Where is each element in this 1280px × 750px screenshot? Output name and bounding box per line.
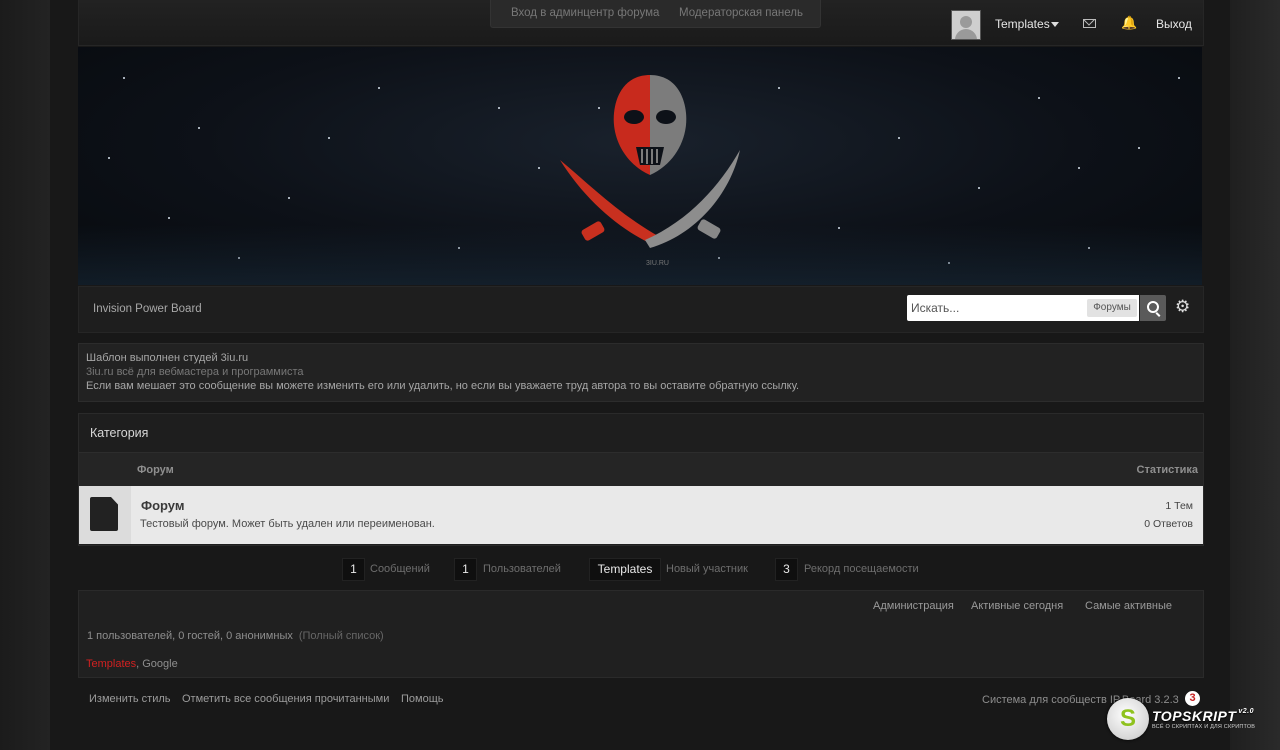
forum-row: Форум Тестовый форум. Может быть удален …: [79, 486, 1203, 544]
topskript-version: v2.0: [1238, 708, 1254, 715]
search-scope-button[interactable]: Форумы: [1087, 299, 1137, 317]
right-side-gutter: [1230, 0, 1280, 750]
stat-posts-label: Сообщений: [370, 563, 430, 575]
left-side-gutter: [0, 0, 50, 750]
topskript-title[interactable]: TOPSKRIPT v2.0: [1152, 708, 1254, 724]
online-user-list: Templates, Google: [86, 658, 178, 670]
column-header-stats: Статистика: [1136, 464, 1199, 476]
topskript-logo-icon[interactable]: S: [1107, 698, 1149, 740]
avatar-head-shape: [960, 16, 972, 28]
avatar[interactable]: [951, 10, 981, 40]
stat-record-value: 3: [775, 558, 798, 581]
forum-icon-cell: [79, 486, 131, 544]
category-title[interactable]: Категория: [90, 426, 148, 440]
stat-members-label: Пользователей: [483, 563, 561, 575]
topskript-subtitle: ВСЁ О СКРИПТАХ И ДЛЯ СКРИПТОВ: [1152, 724, 1256, 730]
avatar-body-shape: [955, 29, 977, 39]
online-users-panel: Администрация Активные сегодня Самые акт…: [78, 590, 1204, 678]
copyright-text[interactable]: Система для сообществ IP.Board 3.2.3: [982, 694, 1179, 706]
full-list-link[interactable]: (Полный список): [299, 630, 384, 642]
search-button[interactable]: [1140, 295, 1166, 321]
user-menu-link[interactable]: Templates: [995, 17, 1050, 31]
notification-count-badge: 3: [1185, 691, 1200, 706]
breadcrumb-bar: Invision Power Board Форумы ⚙: [78, 286, 1204, 333]
forum-replies-count: 0 Ответов: [1144, 518, 1193, 530]
change-skin-link[interactable]: Изменить стиль: [89, 693, 171, 705]
online-user-google: , Google: [136, 658, 178, 670]
help-link[interactable]: Помощь: [401, 693, 444, 705]
stat-members-value: 1: [454, 558, 477, 581]
search-input[interactable]: [907, 295, 1085, 321]
search-icon: [1147, 301, 1159, 313]
online-user-templates[interactable]: Templates: [86, 658, 136, 670]
forum-topics-count: 1 Тем: [1165, 500, 1193, 512]
stat-newest-member-value[interactable]: Templates: [589, 558, 661, 581]
caret-down-icon[interactable]: [1051, 22, 1059, 27]
mark-all-read-link[interactable]: Отметить все сообщения прочитанными: [182, 693, 389, 705]
search-box: Форумы: [907, 295, 1139, 321]
forum-category: Категория Форум Статистика Форум Тестовы…: [78, 413, 1204, 546]
stat-posts-value: 1: [342, 558, 365, 581]
banner-watermark-text: 3IU.RU: [646, 260, 669, 267]
notice-line-2[interactable]: 3iu.ru всё для вебмастера и программиста: [86, 366, 304, 378]
column-header-forum: Форум: [137, 464, 174, 476]
online-count-text: 1 пользователей, 0 гостей, 0 анонимных: [87, 630, 293, 642]
staff-link[interactable]: Администрация: [873, 600, 954, 612]
notice-line-1: Шаблон выполнен студей 3iu.ru: [86, 352, 249, 364]
forum-document-icon: [90, 497, 118, 531]
top-user-bar: Вход в админцентр форума Модераторская п…: [78, 0, 1204, 46]
header-banner[interactable]: 3IU.RU: [78, 47, 1202, 285]
category-column-headers: Форум Статистика: [79, 452, 1203, 487]
gear-icon[interactable]: ⚙: [1175, 298, 1190, 315]
topskript-letter: S: [1119, 705, 1136, 732]
admin-cp-link[interactable]: Вход в админцентр форума: [511, 7, 659, 19]
online-count: 1 пользователей, 0 гостей, 0 анонимных (П…: [87, 630, 384, 642]
bell-icon[interactable]: 🔔: [1121, 16, 1137, 29]
topskript-title-text: TOPSKRIPT: [1152, 708, 1237, 724]
mail-icon[interactable]: [1083, 19, 1096, 28]
template-notice: Шаблон выполнен студей 3iu.ru 3iu.ru всё…: [78, 343, 1204, 402]
active-today-link[interactable]: Активные сегодня: [971, 600, 1063, 612]
logout-link[interactable]: Выход: [1156, 17, 1192, 31]
admin-links-panel: Вход в админцентр форума Модераторская п…: [490, 0, 821, 28]
moderator-panel-link[interactable]: Модераторская панель: [679, 7, 803, 19]
page-wrapper: Вход в админцентр форума Модераторская п…: [50, 0, 1255, 750]
forum-description: Тестовый форум. Может быть удален или пе…: [140, 518, 435, 530]
pirate-mask-logo: 3IU.RU: [560, 75, 740, 267]
stat-record-label: Рекорд посещаемости: [804, 563, 919, 575]
notice-line-3: Если вам мешает это сообщение вы можете …: [86, 380, 800, 392]
breadcrumb[interactable]: Invision Power Board: [93, 303, 202, 315]
stat-newest-member-label: Новый участник: [666, 563, 748, 575]
top-posters-link[interactable]: Самые активные: [1085, 600, 1172, 612]
forum-title-link[interactable]: Форум: [141, 498, 184, 513]
